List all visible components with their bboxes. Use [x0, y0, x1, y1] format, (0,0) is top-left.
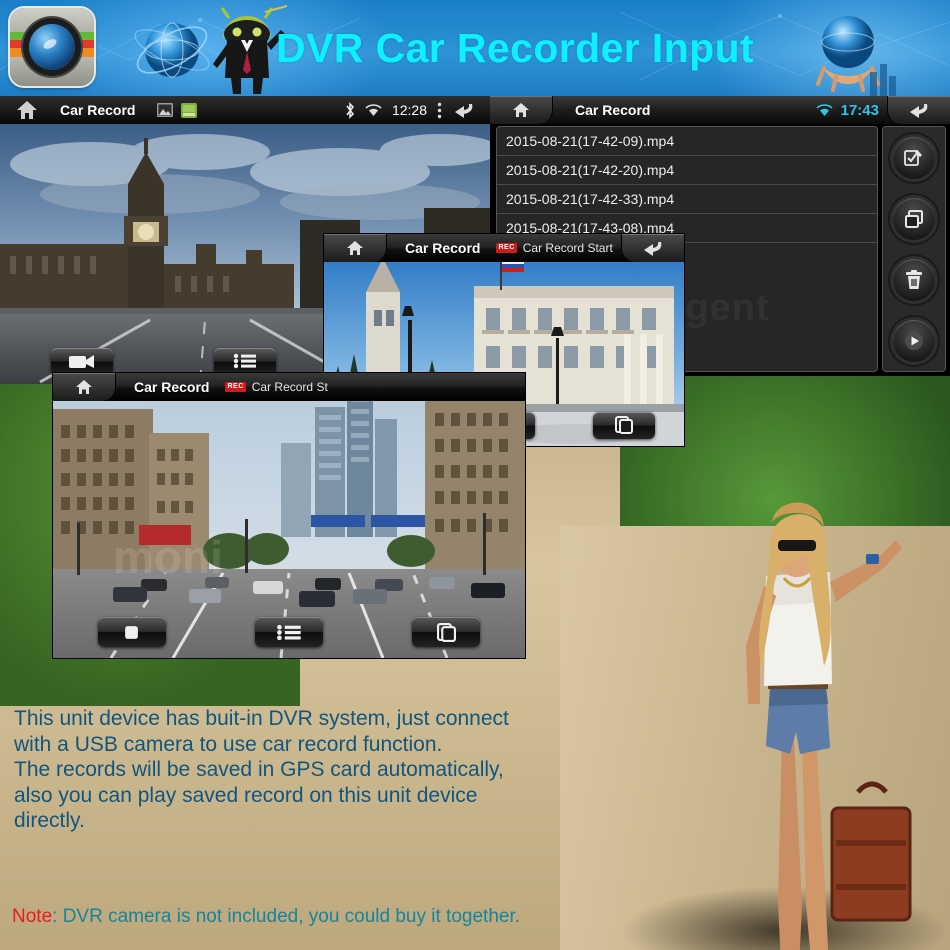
note-body: DVR camera is not included, you could bu… [62, 906, 521, 927]
note-text: Note: DVR camera is not included, you co… [12, 906, 520, 928]
home-tab-button[interactable] [324, 234, 387, 262]
middle-window-title: Car Record [405, 240, 481, 256]
bluetooth-icon [346, 101, 355, 119]
play-button[interactable] [893, 319, 935, 362]
file-panel-right-group: 17:43 [816, 96, 950, 124]
video-camera-icon [68, 355, 94, 368]
file-button[interactable] [593, 411, 655, 439]
status-bar-title: Car Record [60, 102, 136, 118]
status-bar-app-icons [157, 102, 198, 118]
back-arrow-icon[interactable] [452, 101, 476, 119]
home-tab-button[interactable] [53, 373, 116, 401]
list-icon [277, 624, 301, 640]
rec-status-text: Car Record Start [522, 241, 613, 255]
play-icon [905, 331, 923, 350]
rec-badge: REC [496, 243, 517, 253]
delete-button[interactable] [893, 258, 935, 301]
copy-icon [905, 209, 923, 228]
select-edit-icon [904, 149, 922, 166]
description-line-4: also you can play saved record on this u… [14, 783, 478, 807]
description-line-5: directly. [14, 809, 85, 832]
list-button[interactable] [213, 347, 276, 375]
select-edit-button[interactable] [893, 136, 935, 179]
status-bar-right-group: 12:28 [345, 101, 490, 119]
trash-icon [906, 269, 922, 289]
home-icon [76, 380, 92, 394]
file-panel-title: Car Record [575, 102, 651, 118]
page-title: DVR Car Recorder Input [276, 25, 755, 71]
video-camera-button[interactable] [50, 347, 113, 375]
home-icon[interactable] [16, 100, 38, 120]
file-icon [436, 622, 456, 642]
back-tab-button[interactable] [887, 96, 950, 124]
image-icon[interactable] [157, 103, 174, 117]
rec-status-text: Car Record St [251, 380, 328, 394]
page-banner: DVR Car Recorder Input [0, 0, 950, 96]
file-panel-titlebar: Car Record 17:43 [490, 96, 950, 124]
file-icon [615, 416, 633, 434]
file-panel-clock: 17:43 [840, 101, 879, 119]
list-icon [233, 353, 256, 369]
rec-badge: REC [225, 382, 246, 392]
description-line-2: with a USB camera to use car record func… [14, 732, 443, 756]
description-line-1: This unit device has buit-in DVR system,… [14, 707, 509, 730]
wifi-icon [365, 103, 382, 116]
back-arrow-icon [910, 104, 928, 118]
camera-icon [10, 8, 94, 86]
bottom-window-title: Car Record [134, 379, 210, 395]
description-text: This unit device has buit-in DVR system,… [14, 706, 604, 834]
list-item[interactable]: 2015-08-21(17-42-33).mp4 [497, 185, 877, 214]
home-icon [513, 103, 529, 117]
page-root: DVR Car Recorder Input Car Record 12:28 … [0, 0, 950, 950]
list-item[interactable]: 2015-08-21(17-42-09).mp4 [497, 127, 877, 156]
list-item[interactable]: 2015-08-21(17-42-20).mp4 [497, 156, 877, 185]
file-button[interactable] [412, 617, 481, 647]
back-arrow-icon [644, 242, 662, 256]
bottom-window-controls [53, 606, 525, 658]
back-tab-button[interactable] [621, 234, 684, 262]
stop-icon [125, 625, 139, 639]
bottom-window-titlebar: Car Record REC Car Record St [53, 373, 525, 401]
svg-text:moni: moni [113, 531, 223, 583]
status-bar-clock: 12:28 [391, 102, 427, 118]
bottom-device-window: moni Car Record REC Car Record St [52, 372, 526, 659]
description-line-3: The records will be saved in GPS card au… [14, 758, 504, 781]
copy-button[interactable] [893, 197, 935, 240]
left-status-bar: Car Record 12:28 [0, 96, 490, 124]
home-icon [347, 241, 363, 255]
woman-hitchhiker-photo [746, 502, 912, 950]
wifi-icon [816, 103, 833, 116]
stop-button[interactable] [97, 617, 166, 647]
file-panel-action-buttons [882, 126, 946, 372]
home-tab-button[interactable] [490, 96, 553, 124]
more-vertical-icon[interactable] [437, 102, 442, 119]
middle-window-titlebar: Car Record REC Car Record Start [324, 234, 684, 262]
app-icon[interactable] [181, 102, 198, 118]
note-separator: : [52, 906, 63, 927]
note-prefix: Note [12, 906, 53, 927]
list-button[interactable] [254, 617, 323, 647]
